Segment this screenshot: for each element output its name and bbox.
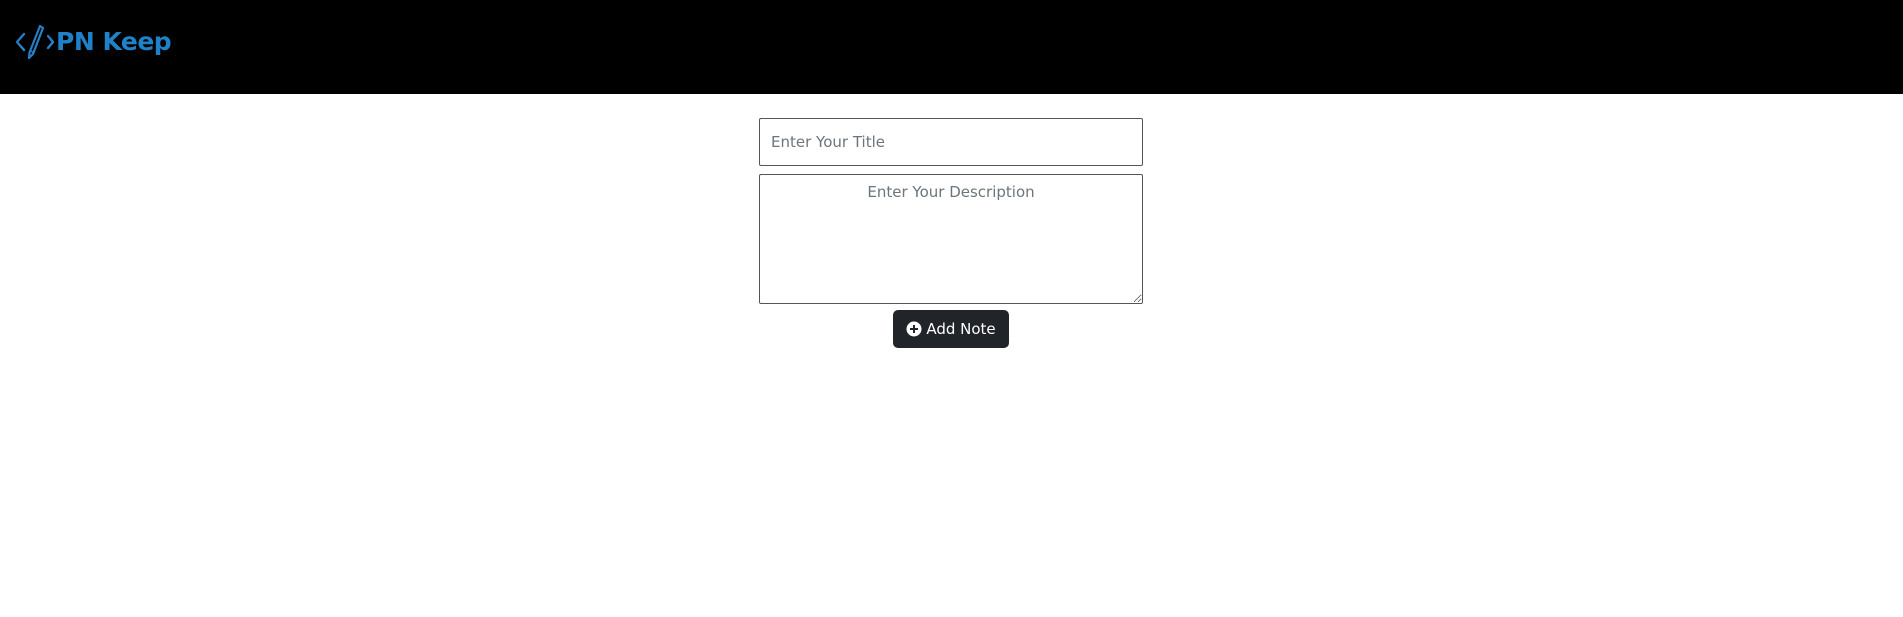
brand-link[interactable]: PN Keep — [14, 22, 172, 62]
code-pen-icon — [15, 24, 55, 60]
title-input[interactable] — [759, 118, 1143, 166]
add-note-label: Add Note — [926, 320, 996, 338]
navbar: PN Keep — [0, 0, 1903, 94]
description-input[interactable] — [759, 174, 1143, 304]
note-form — [759, 118, 1143, 304]
brand-name: PN Keep — [56, 27, 172, 56]
plus-circle-icon — [906, 321, 922, 337]
add-note-button[interactable]: Add Note — [893, 310, 1009, 348]
